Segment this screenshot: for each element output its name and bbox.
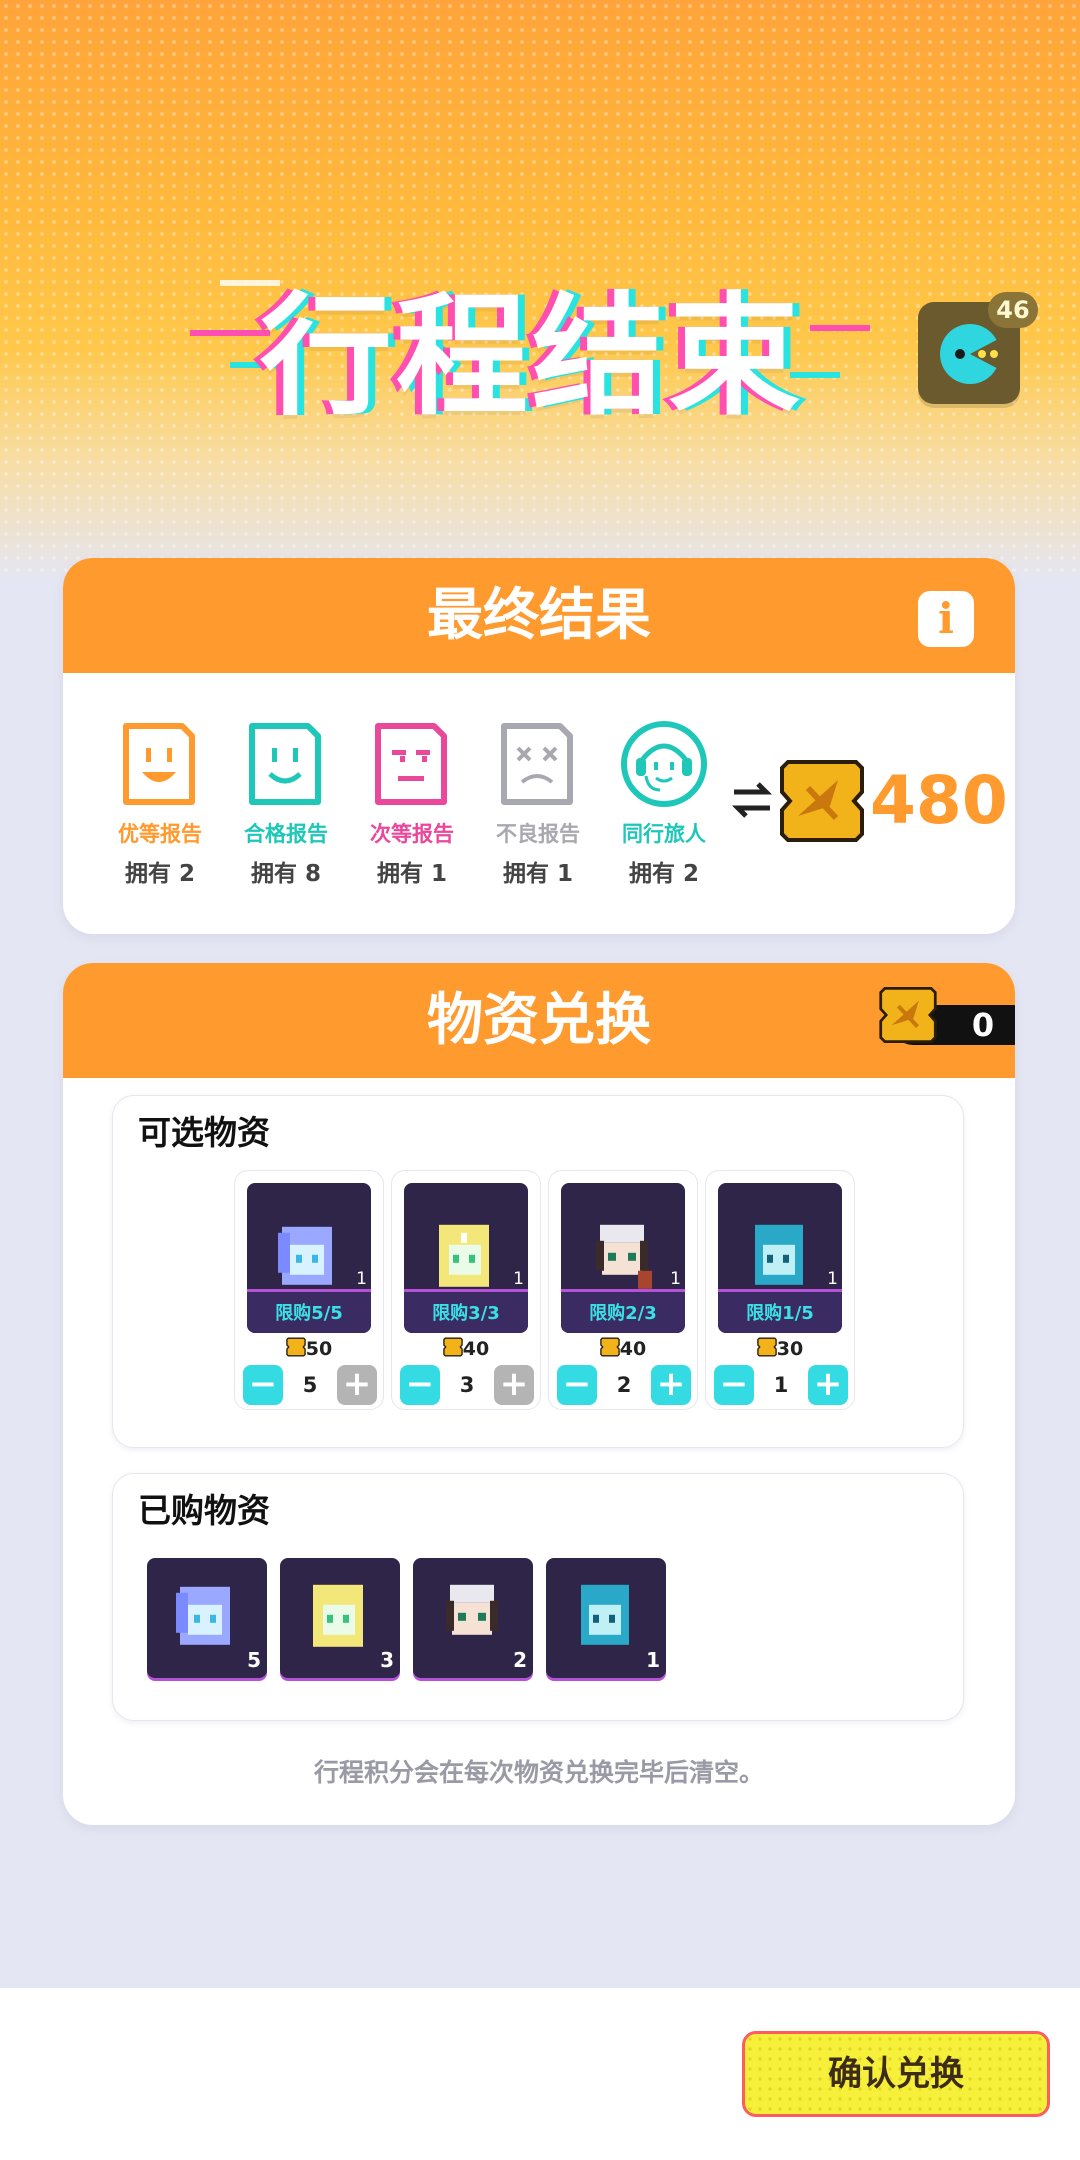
dead-report-icon [501, 723, 573, 805]
character-portrait-icon [446, 1584, 498, 1635]
decrease-button[interactable]: − [400, 1365, 440, 1405]
exchange-item: 1 限购3/3 40 − 3 + [391, 1170, 541, 1410]
item-price-value: 40 [462, 1338, 490, 1360]
quantity-value: 1 [773, 1373, 789, 1397]
decrease-button[interactable]: − [243, 1365, 283, 1405]
character-portrait-icon [313, 1584, 363, 1647]
final-result-title: 最终结果 [427, 583, 651, 648]
item-price: 40 [392, 1337, 540, 1362]
report-label: 合格报告 [244, 822, 328, 846]
meh-report-icon [375, 723, 447, 805]
report-companion: 同行旅人 拥有 2 [604, 720, 724, 888]
item-price: 50 [235, 1337, 383, 1362]
item-price: 40 [549, 1337, 697, 1362]
report-bad: 不良报告 拥有 1 [478, 720, 598, 888]
headset-companion-icon [621, 721, 707, 807]
report-excellent: 优等报告 拥有 2 [100, 720, 220, 888]
character-portrait-icon [278, 1226, 332, 1285]
purchased-count: 1 [646, 1648, 660, 1672]
quantity-stepper: − 3 + [400, 1365, 534, 1407]
purchased-item[interactable]: 5 [147, 1558, 267, 1678]
points-clear-note: 行程积分会在每次物资兑换完毕后清空。 [313, 1758, 764, 1787]
happy-report-icon [123, 723, 195, 805]
quantity-value: 2 [616, 1373, 632, 1397]
info-button[interactable]: i [918, 591, 974, 647]
report-label: 不良报告 [496, 822, 580, 846]
purchased-item[interactable]: 2 [413, 1558, 533, 1678]
purchased-items-title: 已购物资 [138, 1491, 270, 1530]
trip-points-icon [756, 1337, 777, 1362]
smile-report-icon [249, 723, 321, 805]
purchased-count: 5 [247, 1648, 261, 1672]
quantity-stepper: − 2 + [557, 1365, 691, 1407]
purchase-limit: 限购3/3 [432, 1303, 500, 1324]
exchange-header: 物资兑换 0 [63, 963, 1015, 1078]
trip-points-icon [599, 1337, 620, 1362]
item-thumbnail: 1 限购1/5 [718, 1183, 842, 1333]
final-result-header: 最终结果 i [63, 558, 1015, 673]
item-count: 1 [670, 1269, 681, 1289]
report-owned: 拥有 1 [502, 861, 573, 887]
purchased-count: 2 [513, 1648, 527, 1672]
character-portrait-icon [176, 1586, 230, 1645]
report-owned: 拥有 1 [376, 861, 447, 887]
purchase-limit: 限购2/3 [589, 1303, 657, 1324]
report-owned: 拥有 2 [124, 861, 195, 887]
decrease-button[interactable]: − [557, 1365, 597, 1405]
report-label: 同行旅人 [622, 822, 706, 846]
glitch-line [190, 330, 270, 336]
decrease-button[interactable]: − [714, 1365, 754, 1405]
character-portrait-icon [581, 1584, 629, 1645]
page-title: 行程结束 [260, 280, 804, 434]
title-area: 行程结束 [190, 240, 880, 434]
report-label: 优等报告 [118, 822, 202, 846]
item-price-value: 30 [776, 1338, 804, 1360]
increase-button[interactable]: + [494, 1365, 534, 1405]
exchange-item: 1 限购2/3 40 − 2 + [548, 1170, 698, 1410]
quantity-value: 3 [459, 1373, 475, 1397]
item-count: 1 [356, 1269, 367, 1289]
report-qualified: 合格报告 拥有 8 [226, 720, 346, 888]
exchange-item: 1 限购1/5 30 − 1 + [705, 1170, 855, 1410]
trip-points-icon [285, 1337, 306, 1362]
item-price: 30 [706, 1337, 854, 1362]
report-owned: 拥有 2 [628, 861, 699, 887]
purchased-item[interactable]: 1 [546, 1558, 666, 1678]
exchange-title: 物资兑换 [427, 988, 651, 1053]
exchange-item: 1 限购5/5 50 − 5 + [234, 1170, 384, 1410]
increase-button[interactable]: + [337, 1365, 377, 1405]
character-portrait-icon [439, 1224, 489, 1287]
purchase-limit: 限购5/5 [275, 1303, 343, 1324]
item-price-value: 50 [305, 1338, 333, 1360]
report-inferior: 次等报告 拥有 1 [352, 720, 472, 888]
item-thumbnail: 1 限购5/5 [247, 1183, 371, 1333]
purchase-limit: 限购1/5 [746, 1303, 814, 1324]
trip-points-icon [780, 760, 864, 842]
character-portrait-icon [596, 1224, 652, 1289]
trip-points-icon [442, 1337, 463, 1362]
trip-points-icon [879, 987, 937, 1043]
report-label: 次等报告 [370, 822, 454, 846]
glitch-line [810, 325, 870, 331]
item-thumbnail: 1 限购3/3 [404, 1183, 528, 1333]
quantity-value: 5 [302, 1373, 318, 1397]
trip-points-value: 480 [870, 762, 1008, 839]
purchased-count: 3 [380, 1648, 394, 1672]
available-items-title: 可选物资 [138, 1113, 270, 1152]
item-count: 1 [513, 1269, 524, 1289]
quantity-stepper: − 5 + [243, 1365, 377, 1407]
character-portrait-icon [755, 1224, 803, 1285]
companion-count-badge: 46 [988, 292, 1038, 328]
purchased-item[interactable]: 3 [280, 1558, 400, 1678]
report-owned: 拥有 8 [250, 861, 321, 887]
exchange-arrows-icon [731, 782, 773, 818]
quantity-stepper: − 1 + [714, 1365, 848, 1407]
item-thumbnail: 1 限购2/3 [561, 1183, 685, 1333]
item-count: 1 [827, 1269, 838, 1289]
increase-button[interactable]: + [651, 1365, 691, 1405]
item-price-value: 40 [619, 1338, 647, 1360]
confirm-exchange-button[interactable]: 确认兑换 [742, 2031, 1050, 2117]
increase-button[interactable]: + [808, 1365, 848, 1405]
